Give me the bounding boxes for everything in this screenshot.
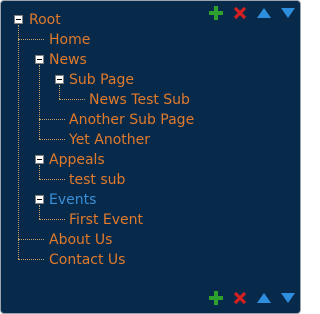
bottom-toolbar: [208, 290, 304, 306]
tree-line: [18, 239, 44, 240]
tree-line: [18, 259, 44, 260]
page-tree-panel: Root Home News Sub Page News Test Sub An…: [0, 0, 301, 314]
tree-item-label-selected[interactable]: Events: [49, 192, 96, 208]
tree-item-sub-page[interactable]: Sub Page: [69, 70, 134, 90]
delete-icon: [233, 291, 247, 305]
tree-line: [39, 165, 40, 179]
tree-item-events[interactable]: Events: [49, 190, 96, 210]
tree-item-label[interactable]: Another Sub Page: [69, 112, 194, 128]
tree-item-label[interactable]: Home: [49, 32, 90, 48]
tree-item-label[interactable]: Sub Page: [69, 72, 134, 88]
tree-item-news-test-sub[interactable]: News Test Sub: [89, 90, 190, 110]
add-icon: [209, 291, 223, 305]
tree-line: [59, 99, 85, 100]
tree-line: [39, 119, 65, 120]
move-down-button[interactable]: [280, 290, 296, 306]
tree-item-about-us[interactable]: About Us: [49, 230, 112, 250]
collapse-appeals-toggle[interactable]: [35, 155, 44, 164]
tree-line: [18, 25, 19, 259]
arrow-up-icon: [257, 293, 271, 303]
delete-button[interactable]: [232, 290, 248, 306]
tree-line: [39, 205, 40, 219]
collapse-news-toggle[interactable]: [35, 55, 44, 64]
tree-line: [39, 179, 65, 180]
collapse-events-toggle[interactable]: [35, 195, 44, 204]
tree-line: [39, 139, 65, 140]
page-tree: Root Home News Sub Page News Test Sub An…: [1, 1, 300, 313]
tree-item-another-sub-page[interactable]: Another Sub Page: [69, 110, 194, 130]
tree-item-appeals[interactable]: Appeals: [49, 150, 105, 170]
tree-line: [59, 85, 60, 99]
tree-item-home[interactable]: Home: [49, 30, 90, 50]
add-button[interactable]: [208, 290, 224, 306]
move-up-button[interactable]: [256, 290, 272, 306]
tree-line: [39, 65, 40, 139]
collapse-root-toggle[interactable]: [14, 15, 23, 24]
tree-item-test-sub[interactable]: test sub: [69, 170, 125, 190]
tree-item-yet-another[interactable]: Yet Another: [69, 130, 150, 150]
tree-item-label[interactable]: Contact Us: [49, 252, 125, 268]
tree-item-label[interactable]: News Test Sub: [89, 92, 190, 108]
tree-item-label[interactable]: test sub: [69, 172, 125, 188]
tree-item-label[interactable]: First Event: [69, 212, 143, 228]
collapse-sub-page-toggle[interactable]: [55, 75, 64, 84]
tree-item-contact-us[interactable]: Contact Us: [49, 250, 125, 270]
tree-item-first-event[interactable]: First Event: [69, 210, 143, 230]
tree-item-root[interactable]: Root: [29, 10, 61, 30]
arrow-down-icon: [281, 293, 295, 303]
tree-item-label[interactable]: Yet Another: [69, 132, 150, 148]
tree-item-label[interactable]: Appeals: [49, 152, 105, 168]
tree-item-news[interactable]: News: [49, 50, 87, 70]
tree-line: [39, 219, 65, 220]
tree-item-label[interactable]: News: [49, 52, 87, 68]
tree-item-label[interactable]: Root: [29, 12, 61, 28]
tree-item-label[interactable]: About Us: [49, 232, 112, 248]
tree-line: [18, 39, 44, 40]
